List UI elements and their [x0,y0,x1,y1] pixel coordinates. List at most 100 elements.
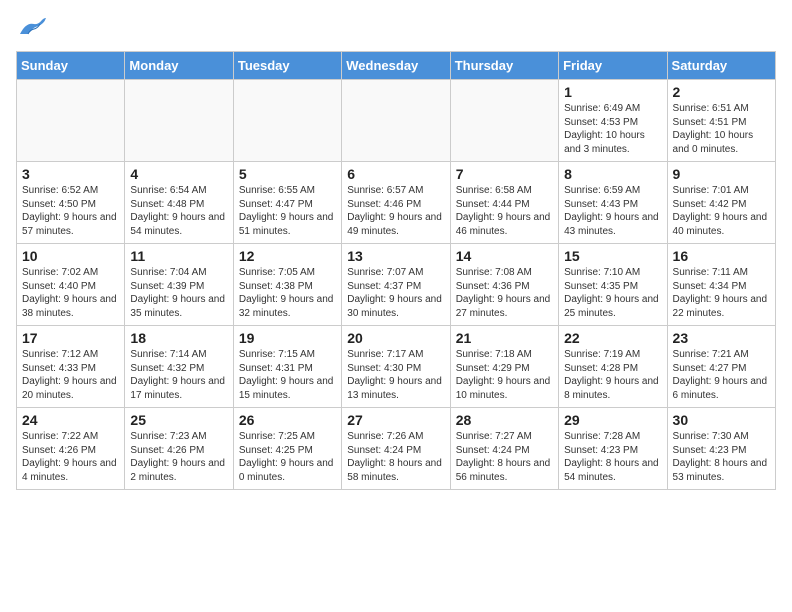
day-info: Sunrise: 7:07 AM Sunset: 4:37 PM Dayligh… [347,266,444,320]
day-info: Sunrise: 7:30 AM Sunset: 4:23 PM Dayligh… [673,430,770,484]
day-number: 2 [673,84,770,100]
calendar-header-row: SundayMondayTuesdayWednesdayThursdayFrid… [17,52,776,80]
day-number: 11 [130,248,227,264]
calendar-cell: 15Sunrise: 7:10 AM Sunset: 4:35 PM Dayli… [559,244,667,326]
day-number: 5 [239,166,336,182]
day-info: Sunrise: 7:01 AM Sunset: 4:42 PM Dayligh… [673,184,770,238]
day-number: 1 [564,84,661,100]
day-number: 15 [564,248,661,264]
calendar-cell [125,80,233,162]
calendar-cell: 3 Sunrise: 6:52 AM Sunset: 4:50 PM Daylig… [17,162,125,244]
day-info: Sunrise: 6:52 AM Sunset: 4:50 PM Dayligh… [22,184,119,238]
calendar-cell: 7 Sunrise: 6:58 AM Sunset: 4:44 PM Daylig… [450,162,558,244]
day-info: Sunrise: 6:59 AM Sunset: 4:43 PM Dayligh… [564,184,661,238]
day-number: 6 [347,166,444,182]
calendar-cell: 22 Sunrise: 7:19 AM Sunset: 4:28 PM Dayli… [559,326,667,408]
logo-bird-icon [18,16,46,38]
day-number: 21 [456,330,553,346]
day-number: 7 [456,166,553,182]
day-number: 18 [130,330,227,346]
calendar-cell: 24 Sunrise: 7:22 AM Sunset: 4:26 PM Dayli… [17,408,125,490]
day-info: Sunrise: 7:11 AM Sunset: 4:34 PM Dayligh… [673,266,770,320]
day-number: 12 [239,248,336,264]
day-info: Sunrise: 6:58 AM Sunset: 4:44 PM Dayligh… [456,184,553,238]
calendar-cell: 4 Sunrise: 6:54 AM Sunset: 4:48 PM Daylig… [125,162,233,244]
day-number: 14 [456,248,553,264]
calendar-cell: 30 Sunrise: 7:30 AM Sunset: 4:23 PM Dayli… [667,408,775,490]
calendar-table: SundayMondayTuesdayWednesdayThursdayFrid… [16,51,776,490]
day-info: Sunrise: 6:49 AM Sunset: 4:53 PM Dayligh… [564,102,661,156]
calendar-cell: 14 Sunrise: 7:08 AM Sunset: 4:36 PM Dayli… [450,244,558,326]
calendar-cell: 28Sunrise: 7:27 AM Sunset: 4:24 PM Dayli… [450,408,558,490]
calendar-cell: 5 Sunrise: 6:55 AM Sunset: 4:47 PM Daylig… [233,162,341,244]
calendar-week-4: 17 Sunrise: 7:12 AM Sunset: 4:33 PM Dayli… [17,326,776,408]
day-info: Sunrise: 7:14 AM Sunset: 4:32 PM Dayligh… [130,348,227,402]
day-number: 25 [130,412,227,428]
day-number: 16 [673,248,770,264]
day-info: Sunrise: 7:17 AM Sunset: 4:30 PM Dayligh… [347,348,444,402]
calendar-cell: 25 Sunrise: 7:23 AM Sunset: 4:26 PM Dayli… [125,408,233,490]
day-number: 22 [564,330,661,346]
day-number: 3 [22,166,119,182]
day-info: Sunrise: 7:23 AM Sunset: 4:26 PM Dayligh… [130,430,227,484]
calendar-cell: 17 Sunrise: 7:12 AM Sunset: 4:33 PM Dayli… [17,326,125,408]
calendar-week-3: 10Sunrise: 7:02 AM Sunset: 4:40 PM Dayli… [17,244,776,326]
calendar-cell: 23Sunrise: 7:21 AM Sunset: 4:27 PM Dayli… [667,326,775,408]
day-number: 26 [239,412,336,428]
calendar-cell: 6 Sunrise: 6:57 AM Sunset: 4:46 PM Daylig… [342,162,450,244]
logo-text-general [16,16,46,43]
day-info: Sunrise: 7:04 AM Sunset: 4:39 PM Dayligh… [130,266,227,320]
day-info: Sunrise: 7:28 AM Sunset: 4:23 PM Dayligh… [564,430,661,484]
calendar-cell: 16 Sunrise: 7:11 AM Sunset: 4:34 PM Dayli… [667,244,775,326]
weekday-header-thursday: Thursday [450,52,558,80]
day-number: 9 [673,166,770,182]
weekday-header-saturday: Saturday [667,52,775,80]
calendar-cell [233,80,341,162]
calendar-cell: 12 Sunrise: 7:05 AM Sunset: 4:38 PM Dayli… [233,244,341,326]
day-info: Sunrise: 7:18 AM Sunset: 4:29 PM Dayligh… [456,348,553,402]
calendar-cell: 18 Sunrise: 7:14 AM Sunset: 4:32 PM Dayli… [125,326,233,408]
day-info: Sunrise: 7:08 AM Sunset: 4:36 PM Dayligh… [456,266,553,320]
calendar-week-5: 24 Sunrise: 7:22 AM Sunset: 4:26 PM Dayli… [17,408,776,490]
day-number: 29 [564,412,661,428]
day-number: 17 [22,330,119,346]
day-number: 19 [239,330,336,346]
day-info: Sunrise: 7:22 AM Sunset: 4:26 PM Dayligh… [22,430,119,484]
page-header [16,16,776,43]
weekday-header-tuesday: Tuesday [233,52,341,80]
day-info: Sunrise: 7:19 AM Sunset: 4:28 PM Dayligh… [564,348,661,402]
calendar-cell [342,80,450,162]
weekday-header-friday: Friday [559,52,667,80]
day-number: 4 [130,166,227,182]
day-number: 23 [673,330,770,346]
day-info: Sunrise: 6:51 AM Sunset: 4:51 PM Dayligh… [673,102,770,156]
day-number: 24 [22,412,119,428]
calendar-cell: 19 Sunrise: 7:15 AM Sunset: 4:31 PM Dayli… [233,326,341,408]
calendar-cell: 13 Sunrise: 7:07 AM Sunset: 4:37 PM Dayli… [342,244,450,326]
weekday-header-sunday: Sunday [17,52,125,80]
calendar-cell: 2 Sunrise: 6:51 AM Sunset: 4:51 PM Daylig… [667,80,775,162]
calendar-week-2: 3 Sunrise: 6:52 AM Sunset: 4:50 PM Daylig… [17,162,776,244]
day-info: Sunrise: 7:25 AM Sunset: 4:25 PM Dayligh… [239,430,336,484]
calendar-cell: 20 Sunrise: 7:17 AM Sunset: 4:30 PM Dayli… [342,326,450,408]
day-info: Sunrise: 6:54 AM Sunset: 4:48 PM Dayligh… [130,184,227,238]
calendar-cell: 1 Sunrise: 6:49 AM Sunset: 4:53 PM Daylig… [559,80,667,162]
day-number: 20 [347,330,444,346]
calendar-cell: 11 Sunrise: 7:04 AM Sunset: 4:39 PM Dayli… [125,244,233,326]
calendar-cell [17,80,125,162]
calendar-week-1: 1 Sunrise: 6:49 AM Sunset: 4:53 PM Daylig… [17,80,776,162]
day-number: 30 [673,412,770,428]
day-number: 28 [456,412,553,428]
day-number: 27 [347,412,444,428]
day-info: Sunrise: 6:55 AM Sunset: 4:47 PM Dayligh… [239,184,336,238]
day-info: Sunrise: 7:26 AM Sunset: 4:24 PM Dayligh… [347,430,444,484]
day-info: Sunrise: 7:05 AM Sunset: 4:38 PM Dayligh… [239,266,336,320]
day-number: 8 [564,166,661,182]
calendar-cell: 21 Sunrise: 7:18 AM Sunset: 4:29 PM Dayli… [450,326,558,408]
calendar-cell: 29 Sunrise: 7:28 AM Sunset: 4:23 PM Dayli… [559,408,667,490]
day-info: Sunrise: 7:15 AM Sunset: 4:31 PM Dayligh… [239,348,336,402]
day-info: Sunrise: 6:57 AM Sunset: 4:46 PM Dayligh… [347,184,444,238]
day-info: Sunrise: 7:12 AM Sunset: 4:33 PM Dayligh… [22,348,119,402]
day-number: 13 [347,248,444,264]
day-number: 10 [22,248,119,264]
